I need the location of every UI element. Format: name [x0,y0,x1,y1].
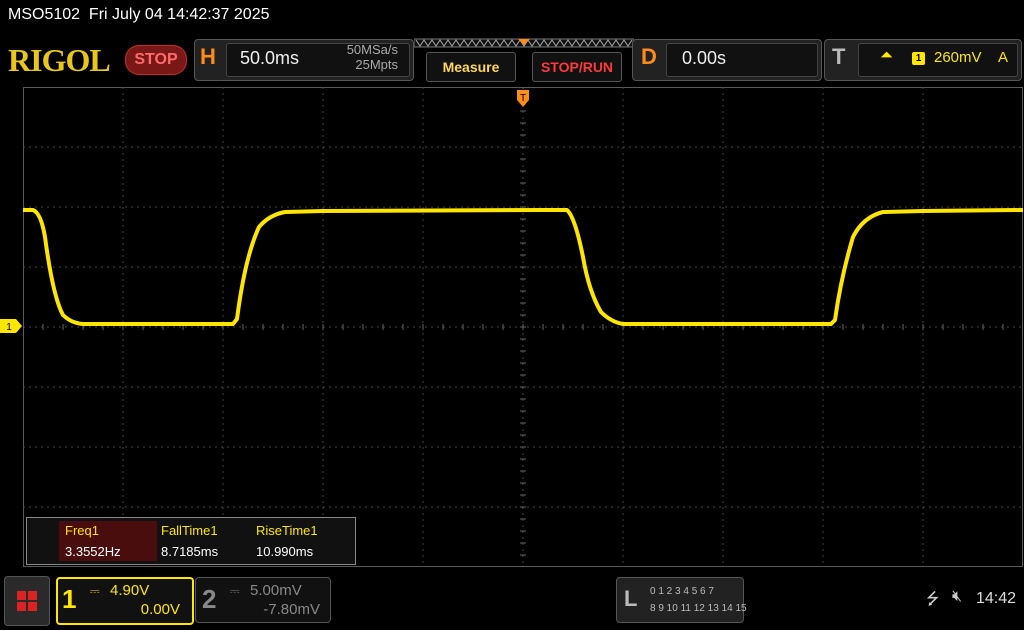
dc-coupling-icon: ⎓ [230,584,240,598]
delay-label: D [641,44,657,69]
channel-2-scale: 5.00mV [250,582,302,599]
device-title: MSO5102 Fri July 04 14:42:37 2025 [8,6,270,23]
measurement-table[interactable]: Freq1 FallTime1 RiseTime1 3.3552Hz 8.718… [26,517,356,565]
trigger-position-marker: T [517,90,529,107]
rising-edge-icon: ⏶ [880,47,893,64]
measurement-header: Freq1 [65,523,99,538]
sample-rate: 50MSa/s [346,42,398,57]
waveform-display[interactable]: T [23,87,1023,567]
measure-button[interactable]: Measure [426,52,516,82]
rigol-logo: RIGOL [8,42,111,78]
channel-1-scale: 4.90V [110,582,150,599]
measurement-header: FallTime1 [161,523,218,538]
measurement-header: RiseTime1 [256,523,318,538]
memory-depth: 25Mpts [355,57,398,72]
menu-button[interactable] [4,576,50,626]
logic-analyzer-label: L [624,586,638,611]
channel-2-number: 2 [202,584,217,614]
trigger-label: T [832,44,846,69]
measurement-value: 8.7185ms [161,544,219,559]
measurement-value: 3.3552Hz [65,544,121,559]
run-state-badge[interactable]: STOP [125,45,187,75]
grid-menu-icon [17,591,37,611]
logic-channels-row-2: 8 9 10 11 12 13 14 15 [650,603,747,614]
delay-value: 0.00s [682,48,727,68]
logic-channels-row-1: 0 1 2 3 4 5 6 7 [650,586,714,597]
measurement-value: 10.990ms [256,544,314,559]
channel-1-number: 1 [62,584,77,614]
ch1-ground-label: 1 [6,322,12,333]
horizontal-label: H [200,44,216,69]
stop-run-button[interactable]: STOP/RUN [532,52,622,82]
timebase-value: 50.0ms [240,48,300,68]
channel-2-offset: -7.80mV [263,601,320,618]
mute-icon[interactable]: 🔇︎ [952,588,962,606]
trigger-mode: A [998,49,1009,66]
memory-position-strip[interactable] [414,38,634,48]
trigger-marker-label: T [520,93,526,104]
dc-coupling-icon: ⎓ [90,584,100,598]
status-clock: 14:42 [976,590,1017,607]
usb-icon: ⭍ [926,591,940,608]
trigger-level: 260mV [934,49,982,66]
channel-1-offset: 0.00V [140,601,180,618]
trigger-source-badge: 1 [912,52,925,65]
ch1-ground-marker[interactable]: 1 [0,319,22,333]
